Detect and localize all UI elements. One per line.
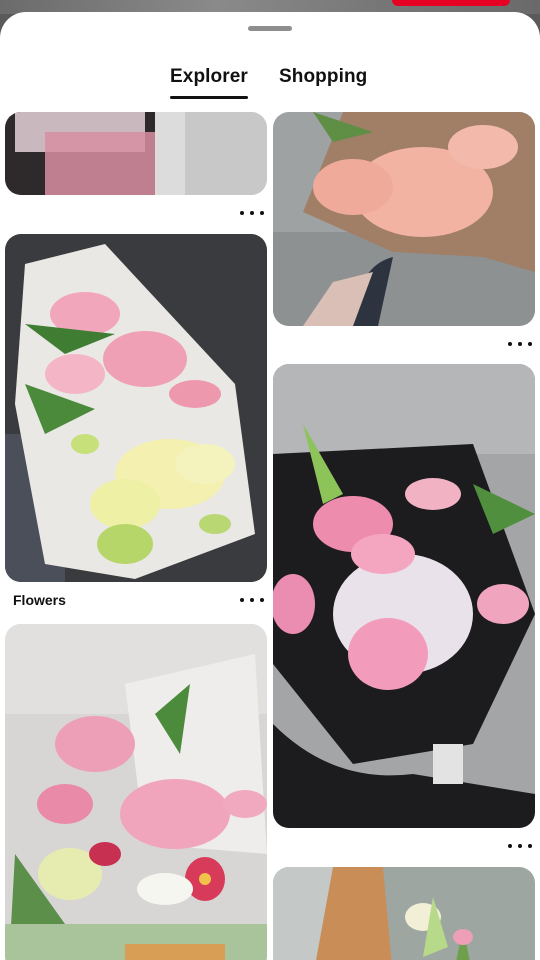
more-options-icon[interactable] (240, 594, 264, 606)
more-options-icon[interactable] (508, 338, 532, 350)
more-options-icon[interactable] (508, 840, 532, 852)
tab-shopping[interactable]: Shopping (279, 66, 367, 88)
pin-image-5[interactable] (273, 867, 535, 960)
pin-image-1[interactable] (5, 112, 267, 195)
more-options-icon[interactable] (240, 207, 264, 219)
pin-image-2[interactable] (273, 112, 535, 326)
pin-image-3[interactable] (5, 624, 267, 960)
pin-image-flowers[interactable] (5, 234, 267, 582)
pin-image-4[interactable] (273, 364, 535, 828)
background-red-button (392, 0, 510, 6)
bottom-sheet: Explorer Shopping Flowers (0, 12, 540, 960)
tab-bar: Explorer Shopping (0, 66, 540, 106)
sheet-drag-handle[interactable] (248, 26, 292, 31)
active-tab-indicator (170, 96, 248, 99)
tab-explorer[interactable]: Explorer (170, 66, 248, 88)
pin-title-flowers: Flowers (13, 592, 66, 608)
